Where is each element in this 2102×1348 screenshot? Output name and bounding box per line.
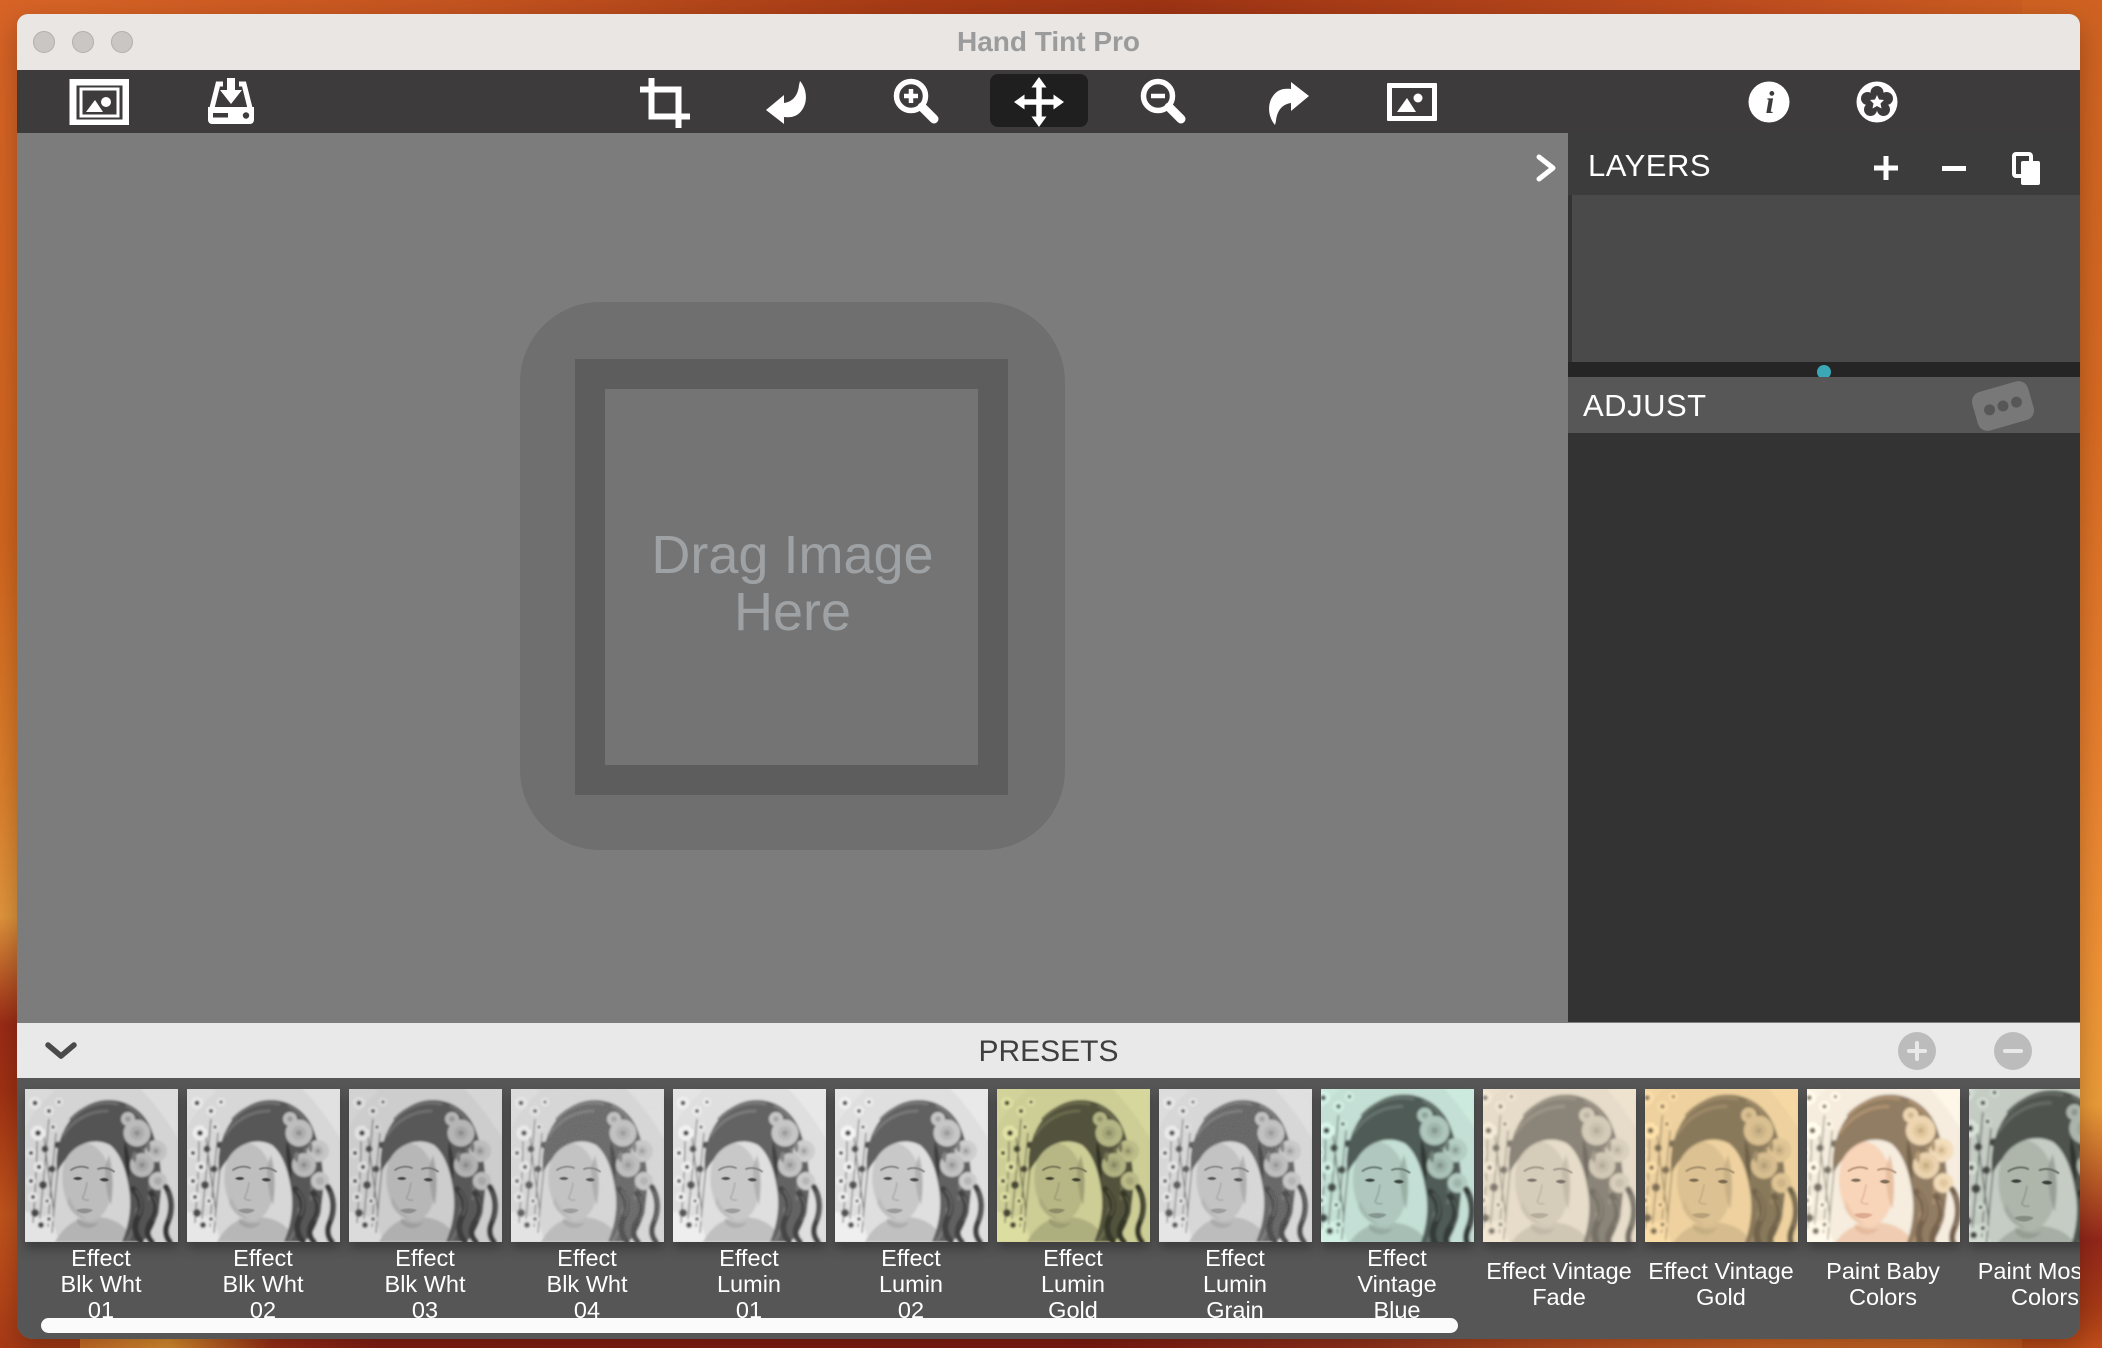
svg-text:i: i xyxy=(1766,84,1775,120)
